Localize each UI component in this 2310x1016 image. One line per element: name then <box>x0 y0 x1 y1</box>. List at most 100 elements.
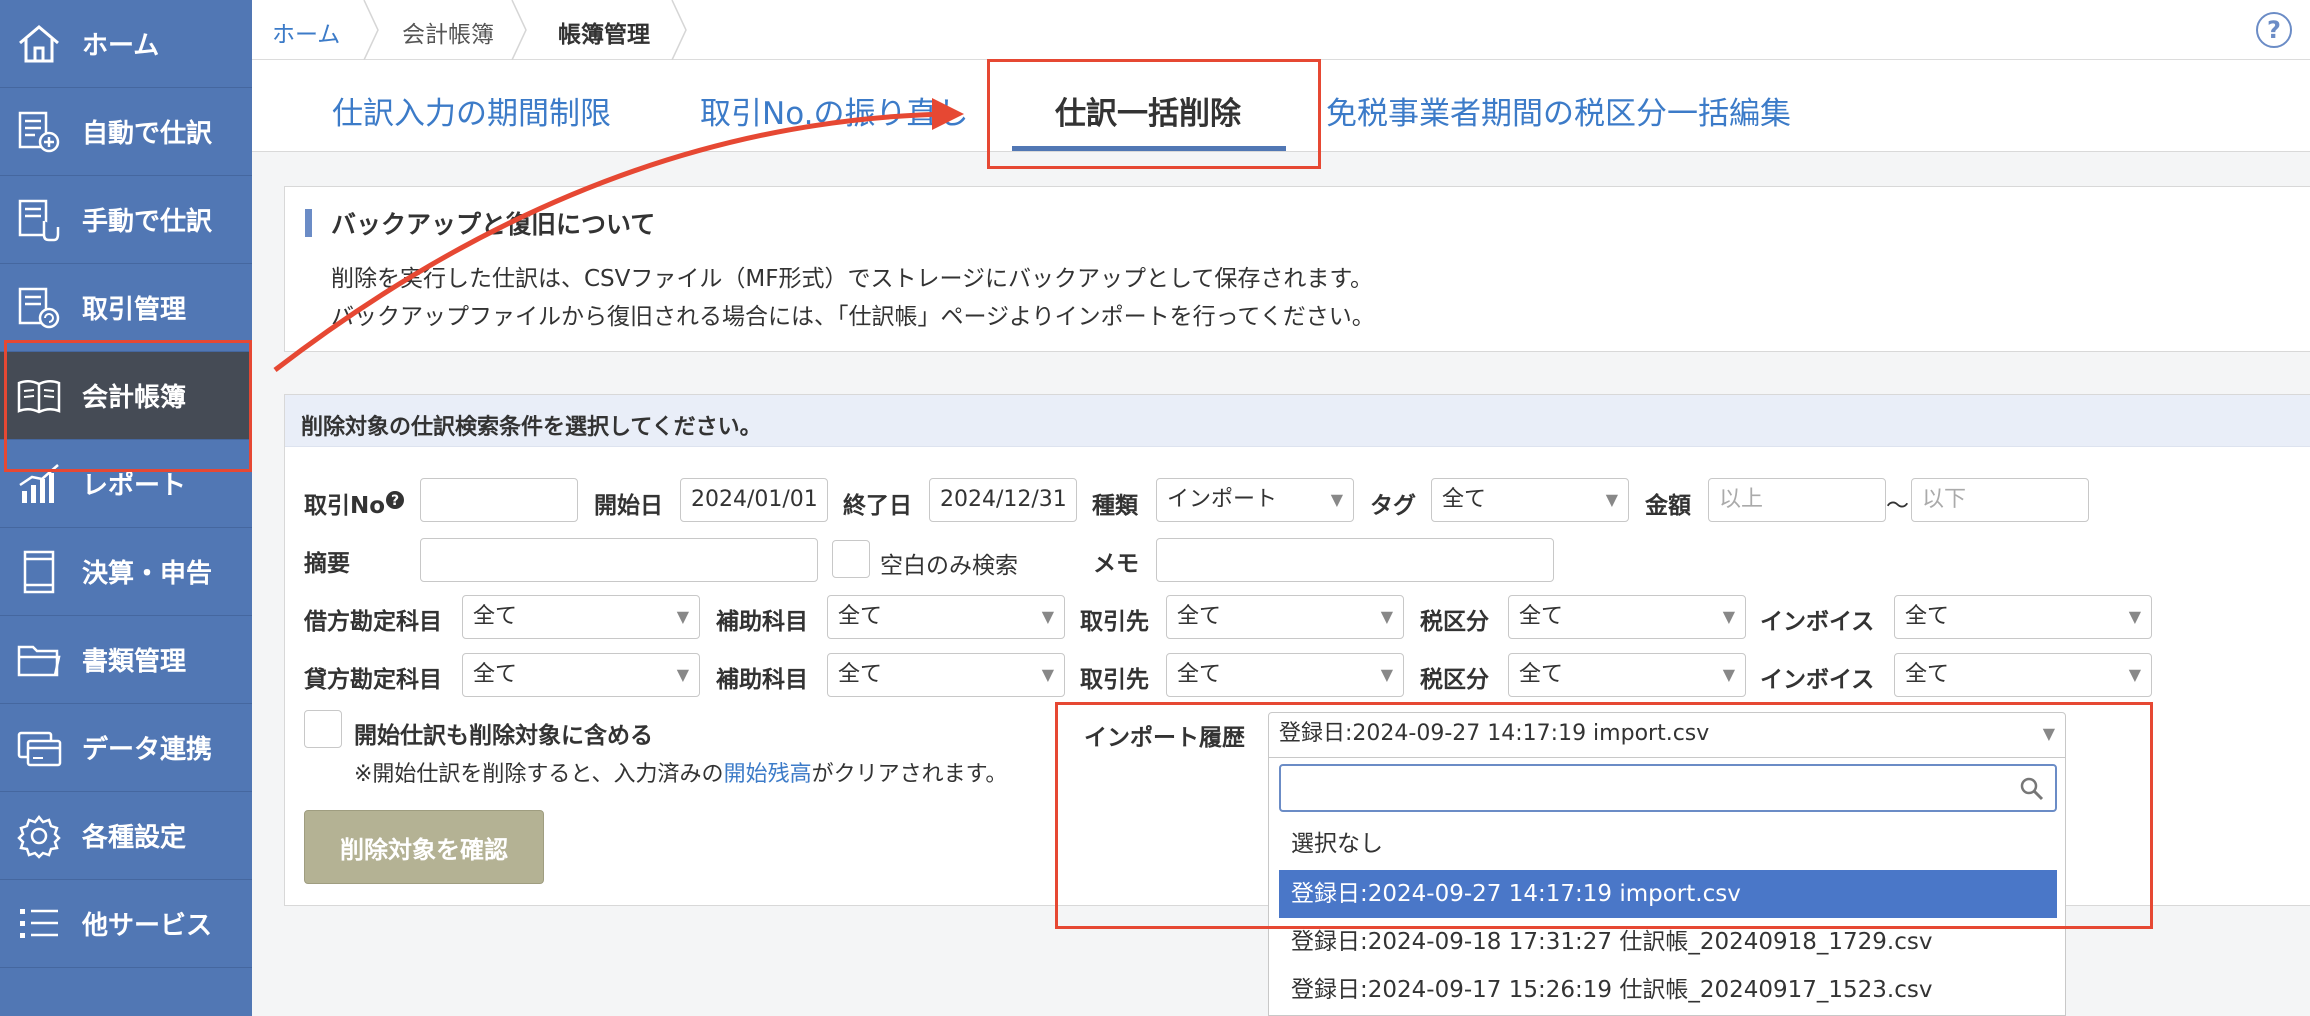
manual-entry-icon <box>14 195 64 245</box>
debit-account-select[interactable]: 全て ▼ <box>462 595 700 639</box>
dropdown-option[interactable]: 選択なし <box>1279 820 2057 868</box>
debit-partner-select[interactable]: 全て ▼ <box>1166 595 1404 639</box>
credit-partner-select[interactable]: 全て ▼ <box>1166 653 1404 697</box>
blank-only-checkbox[interactable] <box>832 540 870 578</box>
sidebar-item-label: 各種設定 <box>82 823 187 853</box>
sidebar-item-home[interactable]: ホーム <box>0 0 252 88</box>
list-icon <box>14 899 64 949</box>
info-title: バックアップと復旧について <box>331 210 656 239</box>
chevron-down-icon: ▼ <box>1041 665 1054 684</box>
include-opening-label: 開始仕訳も削除対象に含める <box>354 723 653 749</box>
kind-select[interactable]: インポート ▼ <box>1156 478 1354 522</box>
dropdown-search-input[interactable] <box>1279 764 2057 812</box>
info-text-line: バックアップファイルから復旧される場合には、「仕訳帳」ページよりインポートを行っ… <box>331 304 1375 330</box>
select-value: 全て <box>473 662 518 687</box>
ledger-book-icon <box>14 371 64 421</box>
sidebar-item-auto-entry[interactable]: 自動で仕訳 <box>0 88 252 176</box>
sidebar-item-settings[interactable]: 各種設定 <box>0 792 252 880</box>
chevron-down-icon: ▼ <box>2128 665 2141 684</box>
debit-sub-account-label: 補助科目 <box>716 609 808 635</box>
sidebar-item-ledger[interactable]: 会計帳簿 <box>0 352 252 440</box>
sidebar-item-label: データ連携 <box>82 735 213 765</box>
memo-input[interactable] <box>1156 538 1554 582</box>
credit-account-label: 貸方勘定科目 <box>304 667 442 693</box>
import-history-label: インポート履歴 <box>1084 725 1245 751</box>
question-circle-icon[interactable]: ? <box>385 490 405 510</box>
chevron-down-icon: ▼ <box>2128 607 2141 626</box>
start-date-label: 開始日 <box>594 493 663 519</box>
sidebar-item-data-link[interactable]: データ連携 <box>0 704 252 792</box>
include-opening-checkbox[interactable] <box>304 710 342 748</box>
breadcrumb-separator-icon <box>511 0 527 60</box>
import-history-select[interactable]: 登録日:2024-09-27 14:17:19 import.csv ▼ <box>1268 712 2066 758</box>
txn-no-input[interactable] <box>420 478 578 522</box>
memo-label: メモ <box>1093 551 1139 577</box>
sidebar-item-label: ホーム <box>82 31 160 61</box>
sidebar-item-tax-filing[interactable]: 決算・申告 <box>0 528 252 616</box>
end-date-input[interactable]: 2024/12/31 <box>929 478 1077 522</box>
chevron-down-icon: ▼ <box>676 665 689 684</box>
chevron-down-icon: ▼ <box>1380 665 1393 684</box>
debit-sub-account-select[interactable]: 全て ▼ <box>827 595 1065 639</box>
sidebar-item-label: 会計帳簿 <box>82 383 187 413</box>
credit-account-select[interactable]: 全て ▼ <box>462 653 700 697</box>
import-history-value: 登録日:2024-09-27 14:17:19 import.csv <box>1279 721 1710 746</box>
chevron-down-icon: ▼ <box>1380 607 1393 626</box>
summary-input[interactable] <box>420 538 818 582</box>
dropdown-option[interactable]: 登録日:2024-09-18 17:31:27 仕訳帳_20240918_172… <box>1279 918 2057 966</box>
credit-invoice-select[interactable]: 全て ▼ <box>1894 653 2152 697</box>
tab-bar: 仕訳入力の期間制限 取引No.の振り直し 仕訳一括削除 免税事業者期間の税区分一… <box>252 60 2310 152</box>
debit-tax-class-select[interactable]: 全て ▼ <box>1508 595 1746 639</box>
debit-tax-class-label: 税区分 <box>1420 609 1489 635</box>
breadcrumb-ledger[interactable]: 会計帳簿 <box>402 15 494 49</box>
backup-info-box: バックアップと復旧について 削除を実行した仕訳は、CSVファイル（MF形式）でス… <box>284 186 2310 352</box>
tab-tax-class-bulk-edit[interactable]: 免税事業者期間の税区分一括編集 <box>1326 88 1791 133</box>
help-icon[interactable]: ? <box>2256 12 2292 48</box>
sidebar-item-label: 手動で仕訳 <box>82 207 213 237</box>
select-value: 全て <box>1519 662 1564 687</box>
tab-renumber-transactions[interactable]: 取引No.の振り直し <box>700 88 968 133</box>
sidebar-item-label: 書類管理 <box>82 647 187 677</box>
opening-balance-link[interactable]: 開始残高 <box>724 762 812 787</box>
sidebar-item-label: 決算・申告 <box>82 559 213 589</box>
credit-tax-class-select[interactable]: 全て ▼ <box>1508 653 1746 697</box>
note-prefix: ※開始仕訳を削除すると、入力済みの <box>354 762 724 787</box>
txn-no-label: 取引No <box>304 493 386 519</box>
sidebar-item-manual-entry[interactable]: 手動で仕訳 <box>0 176 252 264</box>
auto-entry-icon <box>14 107 64 157</box>
dropdown-option[interactable]: 登録日:2024-09-17 15:26:19 仕訳帳_20240917_152… <box>1279 966 2057 1014</box>
tab-bulk-delete[interactable]: 仕訳一括削除 <box>1055 88 1241 133</box>
credit-sub-account-select[interactable]: 全て ▼ <box>827 653 1065 697</box>
amount-max-input[interactable]: 以下 <box>1911 478 2089 522</box>
folder-icon <box>14 635 64 685</box>
amount-min-input[interactable]: 以上 <box>1708 478 1886 522</box>
select-value: 全て <box>1519 604 1564 629</box>
debit-invoice-select[interactable]: 全て ▼ <box>1894 595 2152 639</box>
sidebar-item-report[interactable]: レポート <box>0 440 252 528</box>
breadcrumb-separator-icon <box>671 0 687 60</box>
sidebar-item-transactions[interactable]: 取引管理 <box>0 264 252 352</box>
panel-header: 削除対象の仕訳検索条件を選択してください。 <box>285 395 2310 447</box>
summary-label: 摘要 <box>304 551 350 577</box>
credit-partner-label: 取引先 <box>1080 667 1149 693</box>
svg-text:?: ? <box>391 493 399 509</box>
credit-invoice-label: インボイス <box>1760 667 1875 693</box>
select-value: 全て <box>838 604 883 629</box>
breadcrumb-home[interactable]: ホーム <box>272 15 340 49</box>
info-accent-bar <box>305 209 312 237</box>
credit-sub-account-label: 補助科目 <box>716 667 808 693</box>
sidebar-item-documents[interactable]: 書類管理 <box>0 616 252 704</box>
data-link-icon <box>14 723 64 773</box>
tab-entry-period-limit[interactable]: 仕訳入力の期間制限 <box>332 88 611 133</box>
tag-select[interactable]: 全て ▼ <box>1431 478 1629 522</box>
chevron-down-icon: ▼ <box>1605 490 1618 509</box>
tag-label: タグ <box>1370 493 1416 519</box>
panel-title: 削除対象の仕訳検索条件を選択してください。 <box>301 415 762 440</box>
start-date-input[interactable]: 2024/01/01 <box>680 478 828 522</box>
note-suffix: がクリアされます。 <box>811 762 1008 787</box>
confirm-delete-targets-button[interactable]: 削除対象を確認 <box>304 810 544 884</box>
chevron-down-icon: ▼ <box>1722 607 1735 626</box>
opening-balance-note: ※開始仕訳を削除すると、入力済みの開始残高がクリアされます。 <box>354 756 1007 788</box>
sidebar-item-other-services[interactable]: 他サービス <box>0 880 252 968</box>
dropdown-option-selected[interactable]: 登録日:2024-09-27 14:17:19 import.csv <box>1279 870 2057 918</box>
